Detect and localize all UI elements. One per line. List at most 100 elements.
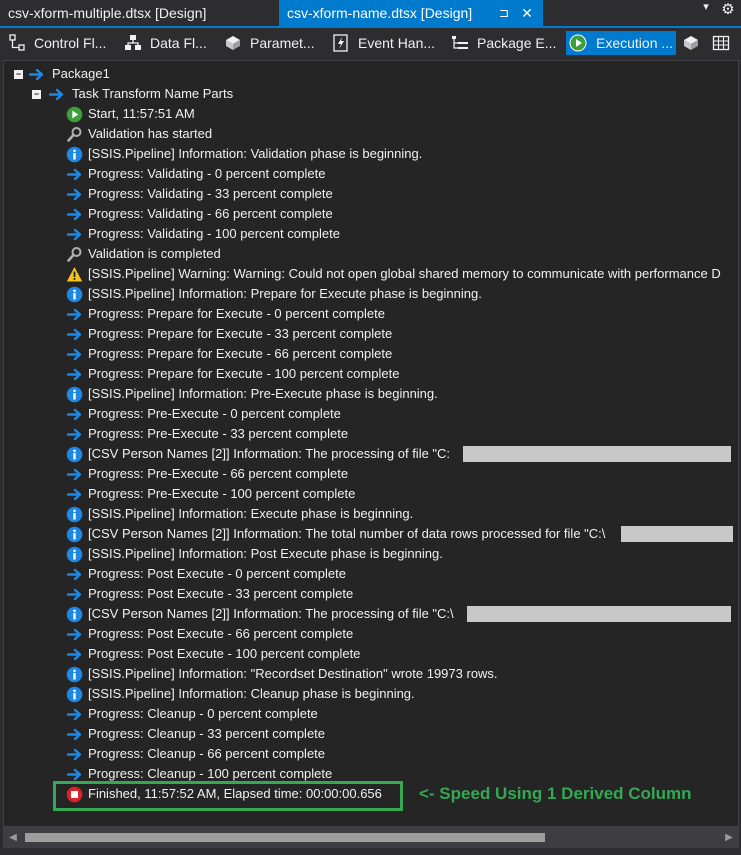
message-text: Progress: Validating - 66 percent comple… xyxy=(88,206,333,221)
document-tab-label: csv-xform-name.dtsx [Design] xyxy=(287,5,473,21)
box-icon[interactable] xyxy=(682,34,700,52)
info-icon xyxy=(66,606,83,623)
redacted-path xyxy=(621,526,733,542)
message-text: Validation has started xyxy=(88,126,213,141)
info-icon xyxy=(66,446,83,463)
speed-annotation: <- Speed Using 1 Derived Column xyxy=(419,784,692,803)
document-tab-label: csv-xform-multiple.dtsx [Design] xyxy=(8,5,207,21)
gear-icon[interactable]: ⚙ xyxy=(720,0,736,18)
info-icon xyxy=(66,526,83,543)
message-text: Progress: Post Execute - 100 percent com… xyxy=(88,646,361,661)
arrow-right-icon xyxy=(66,648,82,661)
arrow-right-icon xyxy=(28,68,44,81)
arrow-right-icon xyxy=(66,228,82,241)
info-icon xyxy=(66,666,83,683)
message-text: [SSIS.Pipeline] Information: Cleanup pha… xyxy=(88,686,415,701)
collapse-task-icon[interactable]: − xyxy=(32,90,41,99)
message-text: Progress: Cleanup - 66 percent complete xyxy=(88,746,326,761)
message-text: Progress: Prepare for Execute - 0 percen… xyxy=(88,306,385,321)
control-flow-icon xyxy=(9,34,25,51)
arrow-right-icon xyxy=(66,168,82,181)
magnifier-icon xyxy=(67,247,82,262)
info-icon xyxy=(66,146,83,163)
designer-tab-bar: Control Fl... Data Fl... Paramet... Even… xyxy=(0,28,741,59)
arrow-right-icon xyxy=(66,428,82,441)
message-text: Progress: Validating - 0 percent complet… xyxy=(88,166,326,181)
task-name: Task Transform Name Parts xyxy=(72,86,234,101)
message-text: Progress: Validating - 100 percent compl… xyxy=(88,226,340,241)
package-name: Package1 xyxy=(52,66,110,81)
info-icon xyxy=(66,386,83,403)
warning-icon xyxy=(66,267,83,282)
arrow-right-icon xyxy=(66,748,82,761)
message-text: Progress: Pre-Execute - 66 percent compl… xyxy=(88,466,349,481)
tab-parameters[interactable]: Paramet... xyxy=(224,31,324,55)
chevron-down-icon[interactable]: ▾ xyxy=(698,0,714,13)
message-text: [CSV Person Names [2]] Information: The … xyxy=(88,606,454,621)
info-icon xyxy=(66,546,83,563)
magnifier-icon xyxy=(67,127,82,142)
arrow-right-icon xyxy=(66,208,82,221)
arrow-right-icon xyxy=(66,728,82,741)
tab-package-explorer[interactable]: Package E... xyxy=(451,31,561,55)
message-text: Progress: Post Execute - 66 percent comp… xyxy=(88,626,354,641)
message-text: Progress: Validating - 33 percent comple… xyxy=(88,186,333,201)
horizontal-scrollbar[interactable]: ◀ ▶ xyxy=(3,827,739,848)
message-text: Progress: Prepare for Execute - 100 perc… xyxy=(88,366,400,381)
package-explorer-icon xyxy=(452,36,468,49)
arrow-right-icon xyxy=(66,188,82,201)
message-text: Progress: Cleanup - 33 percent complete xyxy=(88,726,326,741)
message-text: Progress: Prepare for Execute - 33 perce… xyxy=(88,326,393,341)
info-icon xyxy=(66,686,83,703)
scroll-right-icon[interactable]: ▶ xyxy=(723,827,735,848)
message-text: Progress: Post Execute - 33 percent comp… xyxy=(88,586,354,601)
message-text: [SSIS.Pipeline] Information: Prepare for… xyxy=(88,286,482,301)
highlight-box xyxy=(53,781,403,811)
message-text: [SSIS.Pipeline] Warning: Warning: Could … xyxy=(88,266,721,281)
execution-results-panel: − Package1 − Task Transform Name Parts S… xyxy=(3,60,739,827)
arrow-right-icon xyxy=(66,408,82,421)
message-text: Progress: Cleanup - 0 percent complete xyxy=(88,706,318,721)
info-icon xyxy=(66,286,83,303)
arrow-right-icon xyxy=(66,308,82,321)
parameters-icon xyxy=(226,36,240,50)
data-flow-icon xyxy=(125,35,141,50)
message-text: [SSIS.Pipeline] Information: Validation … xyxy=(88,146,423,161)
pin-icon[interactable]: ⊐ xyxy=(497,0,511,26)
arrow-right-icon xyxy=(66,628,82,641)
document-tab-csv-xform-multiple[interactable]: csv-xform-multiple.dtsx [Design] xyxy=(0,0,276,26)
tab-event-handlers[interactable]: Event Han... xyxy=(332,31,444,55)
tab-control-flow[interactable]: Control Fl... xyxy=(8,31,116,55)
message-text: [SSIS.Pipeline] Information: "Recordset … xyxy=(88,666,498,681)
start-icon xyxy=(66,106,83,123)
tab-execution-results[interactable]: Execution ... xyxy=(566,31,676,55)
message-text: Progress: Pre-Execute - 100 percent comp… xyxy=(88,486,356,501)
collapse-package-icon[interactable]: − xyxy=(14,70,23,79)
close-icon[interactable]: ✕ xyxy=(519,0,535,26)
grid-icon[interactable] xyxy=(712,34,730,52)
arrow-right-icon xyxy=(66,568,82,581)
tab-label: Event Han... xyxy=(358,35,436,51)
tab-data-flow[interactable]: Data Fl... xyxy=(124,31,216,55)
redacted-path xyxy=(463,446,731,462)
arrow-right-icon xyxy=(66,368,82,381)
scrollbar-thumb[interactable] xyxy=(25,833,545,842)
message-text: [SSIS.Pipeline] Information: Post Execut… xyxy=(88,546,443,561)
arrow-right-icon xyxy=(66,588,82,601)
tab-label: Data Fl... xyxy=(150,35,207,51)
arrow-right-icon xyxy=(66,348,82,361)
message-text: Start, 11:57:51 AM xyxy=(88,106,195,121)
redacted-path xyxy=(467,606,731,622)
message-text: Progress: Pre-Execute - 0 percent comple… xyxy=(88,406,341,421)
message-text: Validation is completed xyxy=(88,246,221,261)
arrow-right-icon xyxy=(66,328,82,341)
event-handlers-icon xyxy=(333,34,348,52)
document-tab-csv-xform-name[interactable]: csv-xform-name.dtsx [Design] ⊐ ✕ xyxy=(279,0,543,26)
tab-label: Paramet... xyxy=(250,35,315,51)
arrow-right-icon xyxy=(48,88,64,101)
info-icon xyxy=(66,506,83,523)
scroll-left-icon[interactable]: ◀ xyxy=(7,827,19,848)
message-text: [CSV Person Names [2]] Information: The … xyxy=(88,446,451,461)
execution-results-icon xyxy=(569,34,587,52)
message-text: Progress: Prepare for Execute - 66 perce… xyxy=(88,346,393,361)
